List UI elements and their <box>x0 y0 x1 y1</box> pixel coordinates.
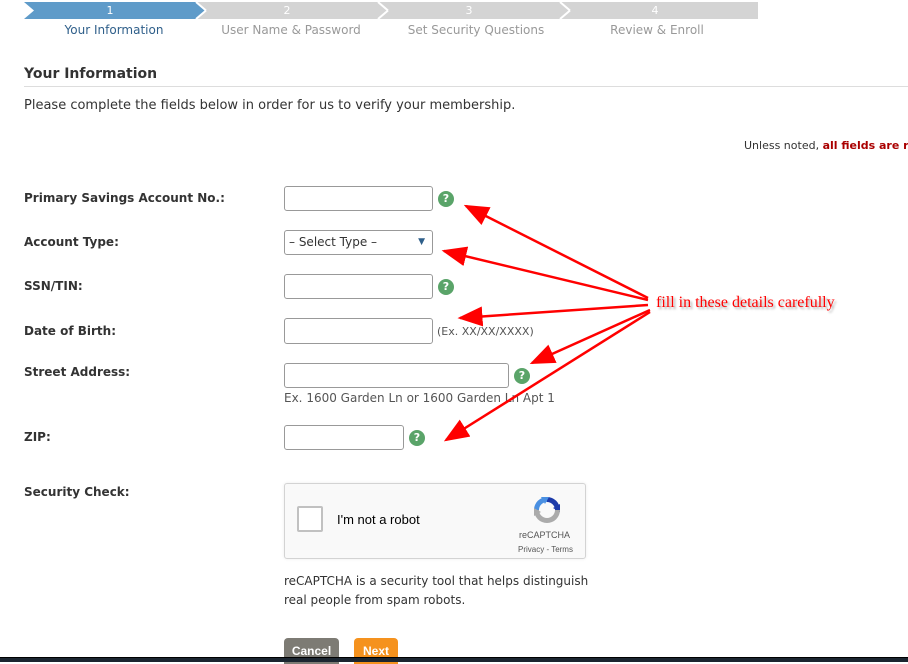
recaptcha-privacy-terms-link[interactable]: Privacy - Terms <box>518 545 573 554</box>
step-1-label: Your Information <box>64 23 164 37</box>
recaptcha-checkbox-label: I'm not a robot <box>337 512 420 527</box>
ssn-input[interactable] <box>284 274 433 299</box>
arrow-to-account-type <box>441 246 649 302</box>
account-type-select[interactable]: – Select Type – ▼ <box>284 230 433 255</box>
account-number-help-icon[interactable]: ? <box>438 191 454 207</box>
arrow-to-account-number <box>463 204 649 300</box>
step-3-label: Set Security Questions <box>407 23 545 37</box>
recaptcha-description: reCAPTCHA is a security tool that helps … <box>284 574 589 607</box>
intro-text: Please complete the fields below in orde… <box>24 98 516 113</box>
account-number-input[interactable] <box>284 186 433 211</box>
wizard-progress: 1 2 3 4 Your Information User Name & Pas… <box>0 0 760 40</box>
required-note-prefix: Unless noted, <box>744 139 823 152</box>
annotation-text: fill in these details carefully <box>656 294 835 311</box>
dob-label: Date of Birth: <box>24 324 117 338</box>
dob-input[interactable] <box>284 318 433 344</box>
arrow-to-street-address <box>529 308 651 365</box>
step-4-number: 4 <box>651 4 659 17</box>
account-number-label: Primary Savings Account No.: <box>24 191 225 205</box>
zip-label: ZIP: <box>24 430 51 444</box>
required-note-emphasis: all fields are req <box>822 139 908 152</box>
step-3-number: 3 <box>465 4 473 17</box>
required-note: Unless noted, all fields are req <box>744 139 908 152</box>
page-title: Your Information <box>24 66 158 82</box>
recaptcha-logo-icon <box>534 497 560 523</box>
dob-format-hint: (Ex. XX/XX/XXXX) <box>437 325 534 338</box>
ssn-help-icon[interactable]: ? <box>438 279 454 295</box>
street-address-hint: Ex. 1600 Garden Ln or 1600 Garden Ln Apt… <box>284 391 555 405</box>
ssn-label: SSN/TIN: <box>24 279 83 293</box>
recaptcha-widget: I'm not a robot reCAPTCHA Privacy - Term… <box>284 483 586 559</box>
street-address-help-icon[interactable]: ? <box>514 368 530 384</box>
recaptcha-brand: reCAPTCHA <box>519 530 571 540</box>
step-1-number: 1 <box>106 4 114 17</box>
street-address-label: Street Address: <box>24 365 131 379</box>
step-4-label: Review & Enroll <box>610 23 704 37</box>
recaptcha-checkbox[interactable] <box>297 506 323 532</box>
title-divider <box>24 86 908 87</box>
zip-help-icon[interactable]: ? <box>409 430 425 446</box>
arrow-to-dob <box>457 303 649 327</box>
os-taskbar <box>0 657 908 662</box>
dropdown-arrow-icon: ▼ <box>418 237 425 247</box>
account-type-selected: – Select Type – <box>289 235 378 249</box>
step-2-number: 2 <box>283 4 291 17</box>
account-type-label: Account Type: <box>24 235 119 249</box>
street-address-input[interactable] <box>284 363 509 388</box>
step-2-label: User Name & Password <box>221 23 361 37</box>
security-check-label: Security Check: <box>24 485 130 499</box>
zip-input[interactable] <box>284 425 404 450</box>
